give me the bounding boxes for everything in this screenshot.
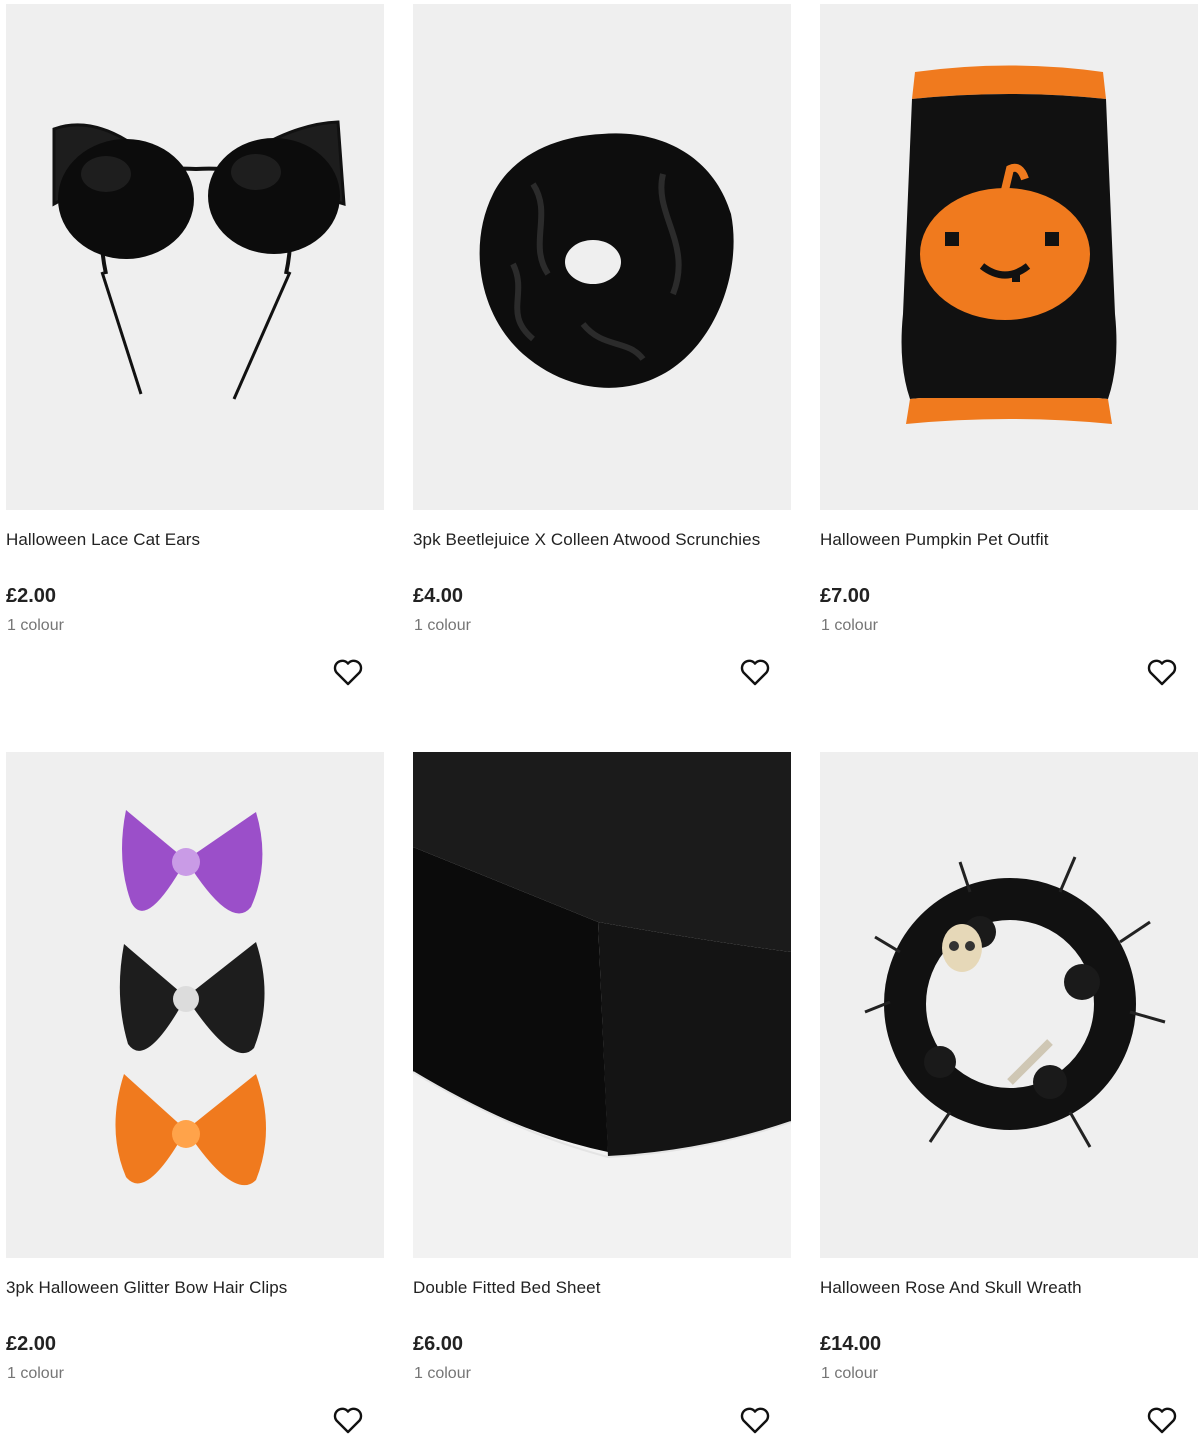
product-card[interactable]: Halloween Lace Cat Ears £2.00 1 colour (6, 4, 384, 686)
heart-outline-icon (333, 1407, 363, 1434)
product-title[interactable]: Halloween Rose And Skull Wreath (820, 1278, 1082, 1298)
product-colour-count: 1 colour (821, 1365, 878, 1382)
product-image[interactable] (413, 4, 791, 510)
product-card[interactable]: 3pk Beetlejuice X Colleen Atwood Scrunch… (413, 4, 791, 686)
wishlist-button[interactable] (332, 656, 364, 688)
product-card[interactable]: Halloween Rose And Skull Wreath £14.00 1… (820, 752, 1198, 1434)
product-image[interactable] (6, 752, 384, 1258)
product-price: £14.00 (820, 1333, 882, 1355)
heart-outline-icon (740, 1407, 770, 1434)
product-title[interactable]: Halloween Pumpkin Pet Outfit (820, 530, 1049, 550)
wishlist-button[interactable] (1146, 1404, 1178, 1436)
product-image[interactable] (820, 752, 1198, 1258)
heart-outline-icon (1147, 1407, 1177, 1434)
fitted-bed-sheet-icon (413, 752, 791, 1258)
bow-hair-clips-icon (115, 810, 266, 1186)
product-price: £6.00 (413, 1333, 464, 1355)
product-colour-count: 1 colour (7, 617, 64, 634)
product-image[interactable] (820, 4, 1198, 510)
product-title[interactable]: Halloween Lace Cat Ears (6, 530, 200, 550)
product-colour-count: 1 colour (414, 1365, 471, 1382)
pumpkin-pet-jumper-icon (901, 65, 1117, 424)
product-image[interactable] (6, 4, 384, 510)
product-price: £2.00 (6, 1333, 57, 1355)
product-title[interactable]: Double Fitted Bed Sheet (413, 1278, 601, 1298)
product-colour-count: 1 colour (414, 617, 471, 634)
cat-ears-headband-icon (52, 120, 346, 400)
product-card[interactable]: 3pk Halloween Glitter Bow Hair Clips £2.… (6, 752, 384, 1434)
wishlist-button[interactable] (1146, 656, 1178, 688)
product-price: £4.00 (413, 585, 464, 607)
product-image[interactable] (413, 752, 791, 1258)
product-title[interactable]: 3pk Beetlejuice X Colleen Atwood Scrunch… (413, 530, 760, 550)
product-colour-count: 1 colour (7, 1365, 64, 1382)
wishlist-button[interactable] (332, 1404, 364, 1436)
heart-outline-icon (1147, 659, 1177, 686)
heart-outline-icon (740, 659, 770, 686)
lace-scrunchie-icon (479, 133, 734, 388)
wishlist-button[interactable] (739, 1404, 771, 1436)
product-title[interactable]: 3pk Halloween Glitter Bow Hair Clips (6, 1278, 287, 1298)
product-card[interactable]: Halloween Pumpkin Pet Outfit £7.00 1 col… (820, 4, 1198, 686)
product-colour-count: 1 colour (821, 617, 878, 634)
rose-skull-wreath-icon (864, 856, 1166, 1148)
heart-outline-icon (333, 659, 363, 686)
product-price: £7.00 (820, 585, 871, 607)
product-price: £2.00 (6, 585, 57, 607)
wishlist-button[interactable] (739, 656, 771, 688)
product-card[interactable]: Double Fitted Bed Sheet £6.00 1 colour (413, 752, 791, 1434)
